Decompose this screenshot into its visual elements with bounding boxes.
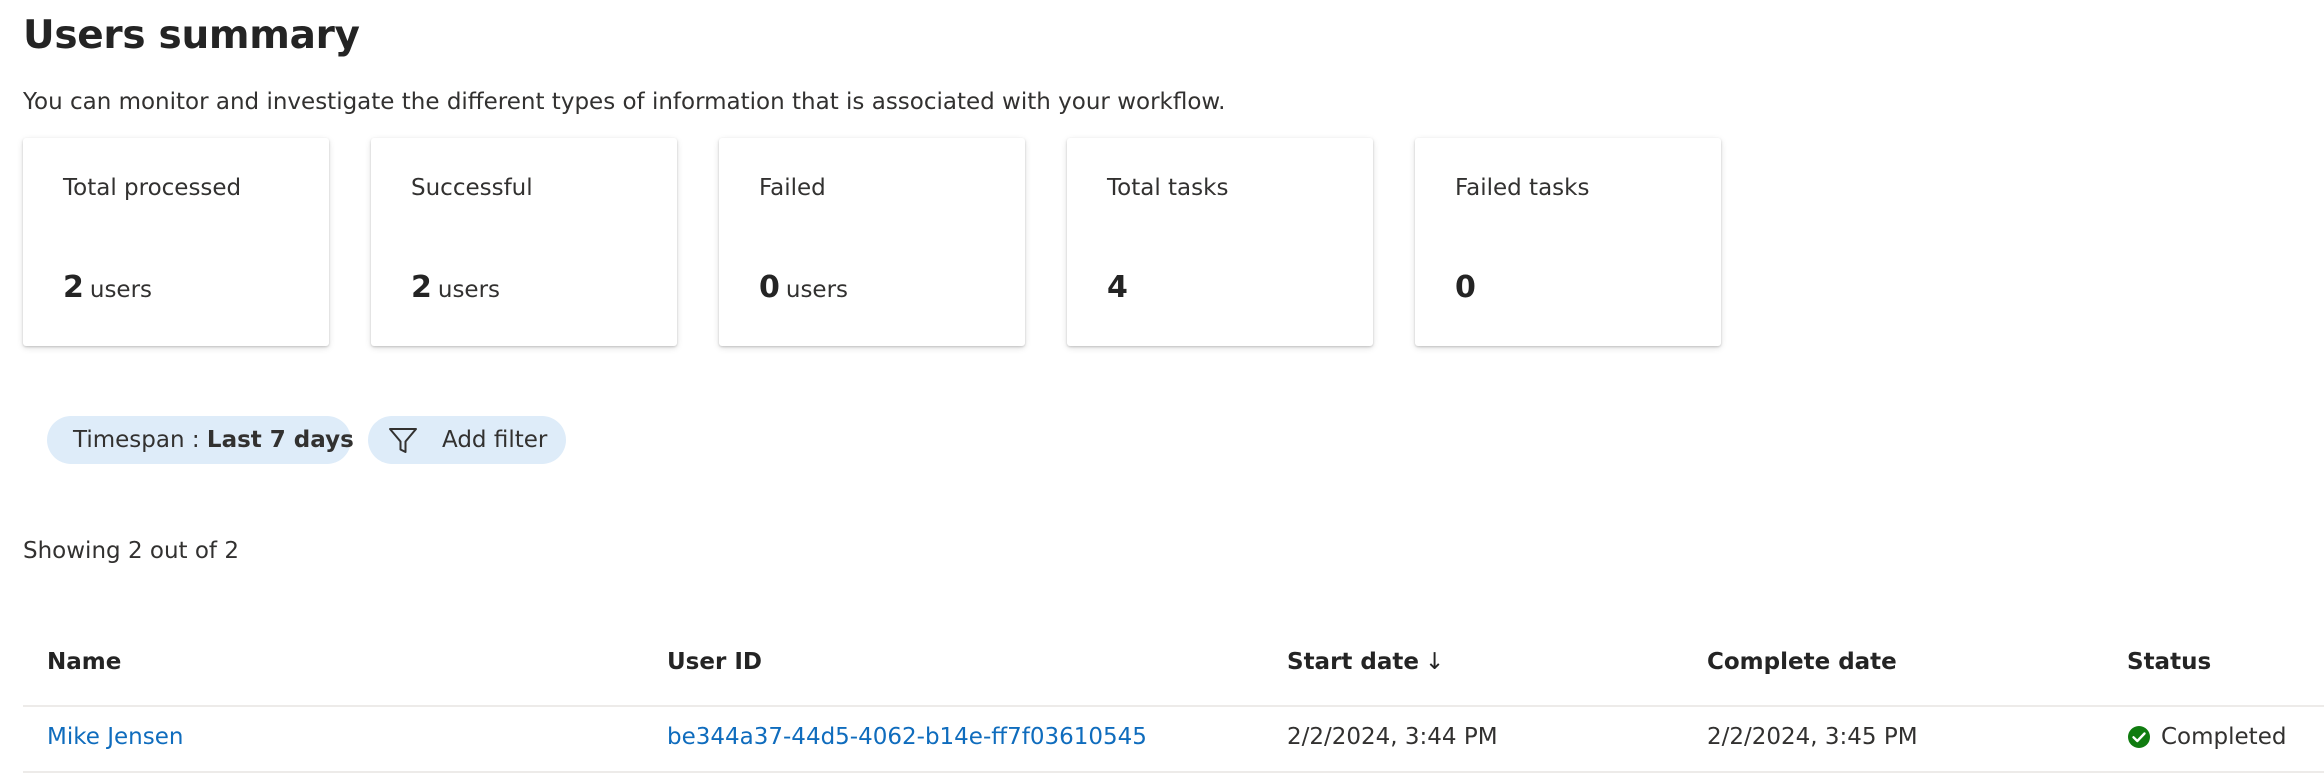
timespan-value: Last 7 days bbox=[206, 427, 354, 453]
column-header-user-id[interactable]: User ID bbox=[667, 646, 762, 678]
card-unit: users bbox=[89, 277, 153, 303]
timespan-filter-text: Timespan : Last 7 days bbox=[73, 416, 354, 464]
card-number: 2 bbox=[63, 270, 84, 305]
start-date-cell: 2/2/2024, 3:44 PM bbox=[1287, 724, 1498, 750]
card-total-tasks: Total tasks 4 bbox=[1067, 138, 1373, 346]
column-header-name[interactable]: Name bbox=[47, 646, 121, 678]
add-filter-label: Add filter bbox=[442, 427, 548, 453]
table-header: Name User ID Start date ↓ Complete date S… bbox=[23, 626, 2324, 707]
card-label: Failed tasks bbox=[1455, 175, 1590, 201]
card-value: 2 users bbox=[411, 270, 500, 310]
card-number: 0 bbox=[1455, 270, 1476, 305]
card-number: 2 bbox=[411, 270, 432, 305]
card-label: Successful bbox=[411, 175, 533, 201]
users-summary-page: Users summary You can monitor and invest… bbox=[23, 0, 2324, 783]
user-name-link[interactable]: Mike Jensen bbox=[47, 721, 183, 753]
card-number: 0 bbox=[759, 270, 780, 305]
sort-descending-icon: ↓ bbox=[1425, 649, 1445, 675]
card-value: 2 users bbox=[63, 270, 152, 310]
column-header-status[interactable]: Status bbox=[2127, 646, 2211, 678]
status-text: Completed bbox=[2161, 724, 2287, 750]
card-value: 4 bbox=[1107, 270, 1128, 310]
page-description: You can monitor and investigate the diff… bbox=[23, 89, 1226, 115]
card-unit: users bbox=[785, 277, 849, 303]
table-row[interactable]: Mike Jensen be344a37-44d5-4062-b14e-ff7f… bbox=[23, 707, 2324, 773]
results-count: Showing 2 out of 2 bbox=[23, 538, 239, 564]
card-label: Total tasks bbox=[1107, 175, 1229, 201]
card-label: Total processed bbox=[63, 175, 242, 201]
card-total-processed: Total processed 2 users bbox=[23, 138, 329, 346]
column-header-start-date[interactable]: Start date ↓ bbox=[1287, 646, 1444, 678]
column-header-label: Start date bbox=[1287, 649, 1420, 675]
card-number: 4 bbox=[1107, 270, 1128, 305]
user-id-link[interactable]: be344a37-44d5-4062-b14e-ff7f03610545 bbox=[667, 721, 1147, 753]
filter-icon bbox=[389, 428, 417, 453]
timespan-filter-pill[interactable]: Timespan : Last 7 days bbox=[47, 416, 354, 464]
card-successful: Successful 2 users bbox=[371, 138, 677, 346]
card-value: 0 users bbox=[759, 270, 848, 310]
page-title: Users summary bbox=[23, 13, 360, 58]
card-failed-tasks: Failed tasks 0 bbox=[1415, 138, 1721, 346]
add-filter-button[interactable]: Add filter bbox=[368, 416, 566, 464]
card-label: Failed bbox=[759, 175, 826, 201]
timespan-label: Timespan : bbox=[73, 427, 207, 453]
column-header-complete-date[interactable]: Complete date bbox=[1707, 646, 1897, 678]
complete-date-cell: 2/2/2024, 3:45 PM bbox=[1707, 724, 1918, 750]
check-circle-icon bbox=[2128, 726, 2150, 748]
card-value: 0 bbox=[1455, 270, 1476, 310]
card-unit: users bbox=[437, 277, 501, 303]
card-failed: Failed 0 users bbox=[719, 138, 1025, 346]
